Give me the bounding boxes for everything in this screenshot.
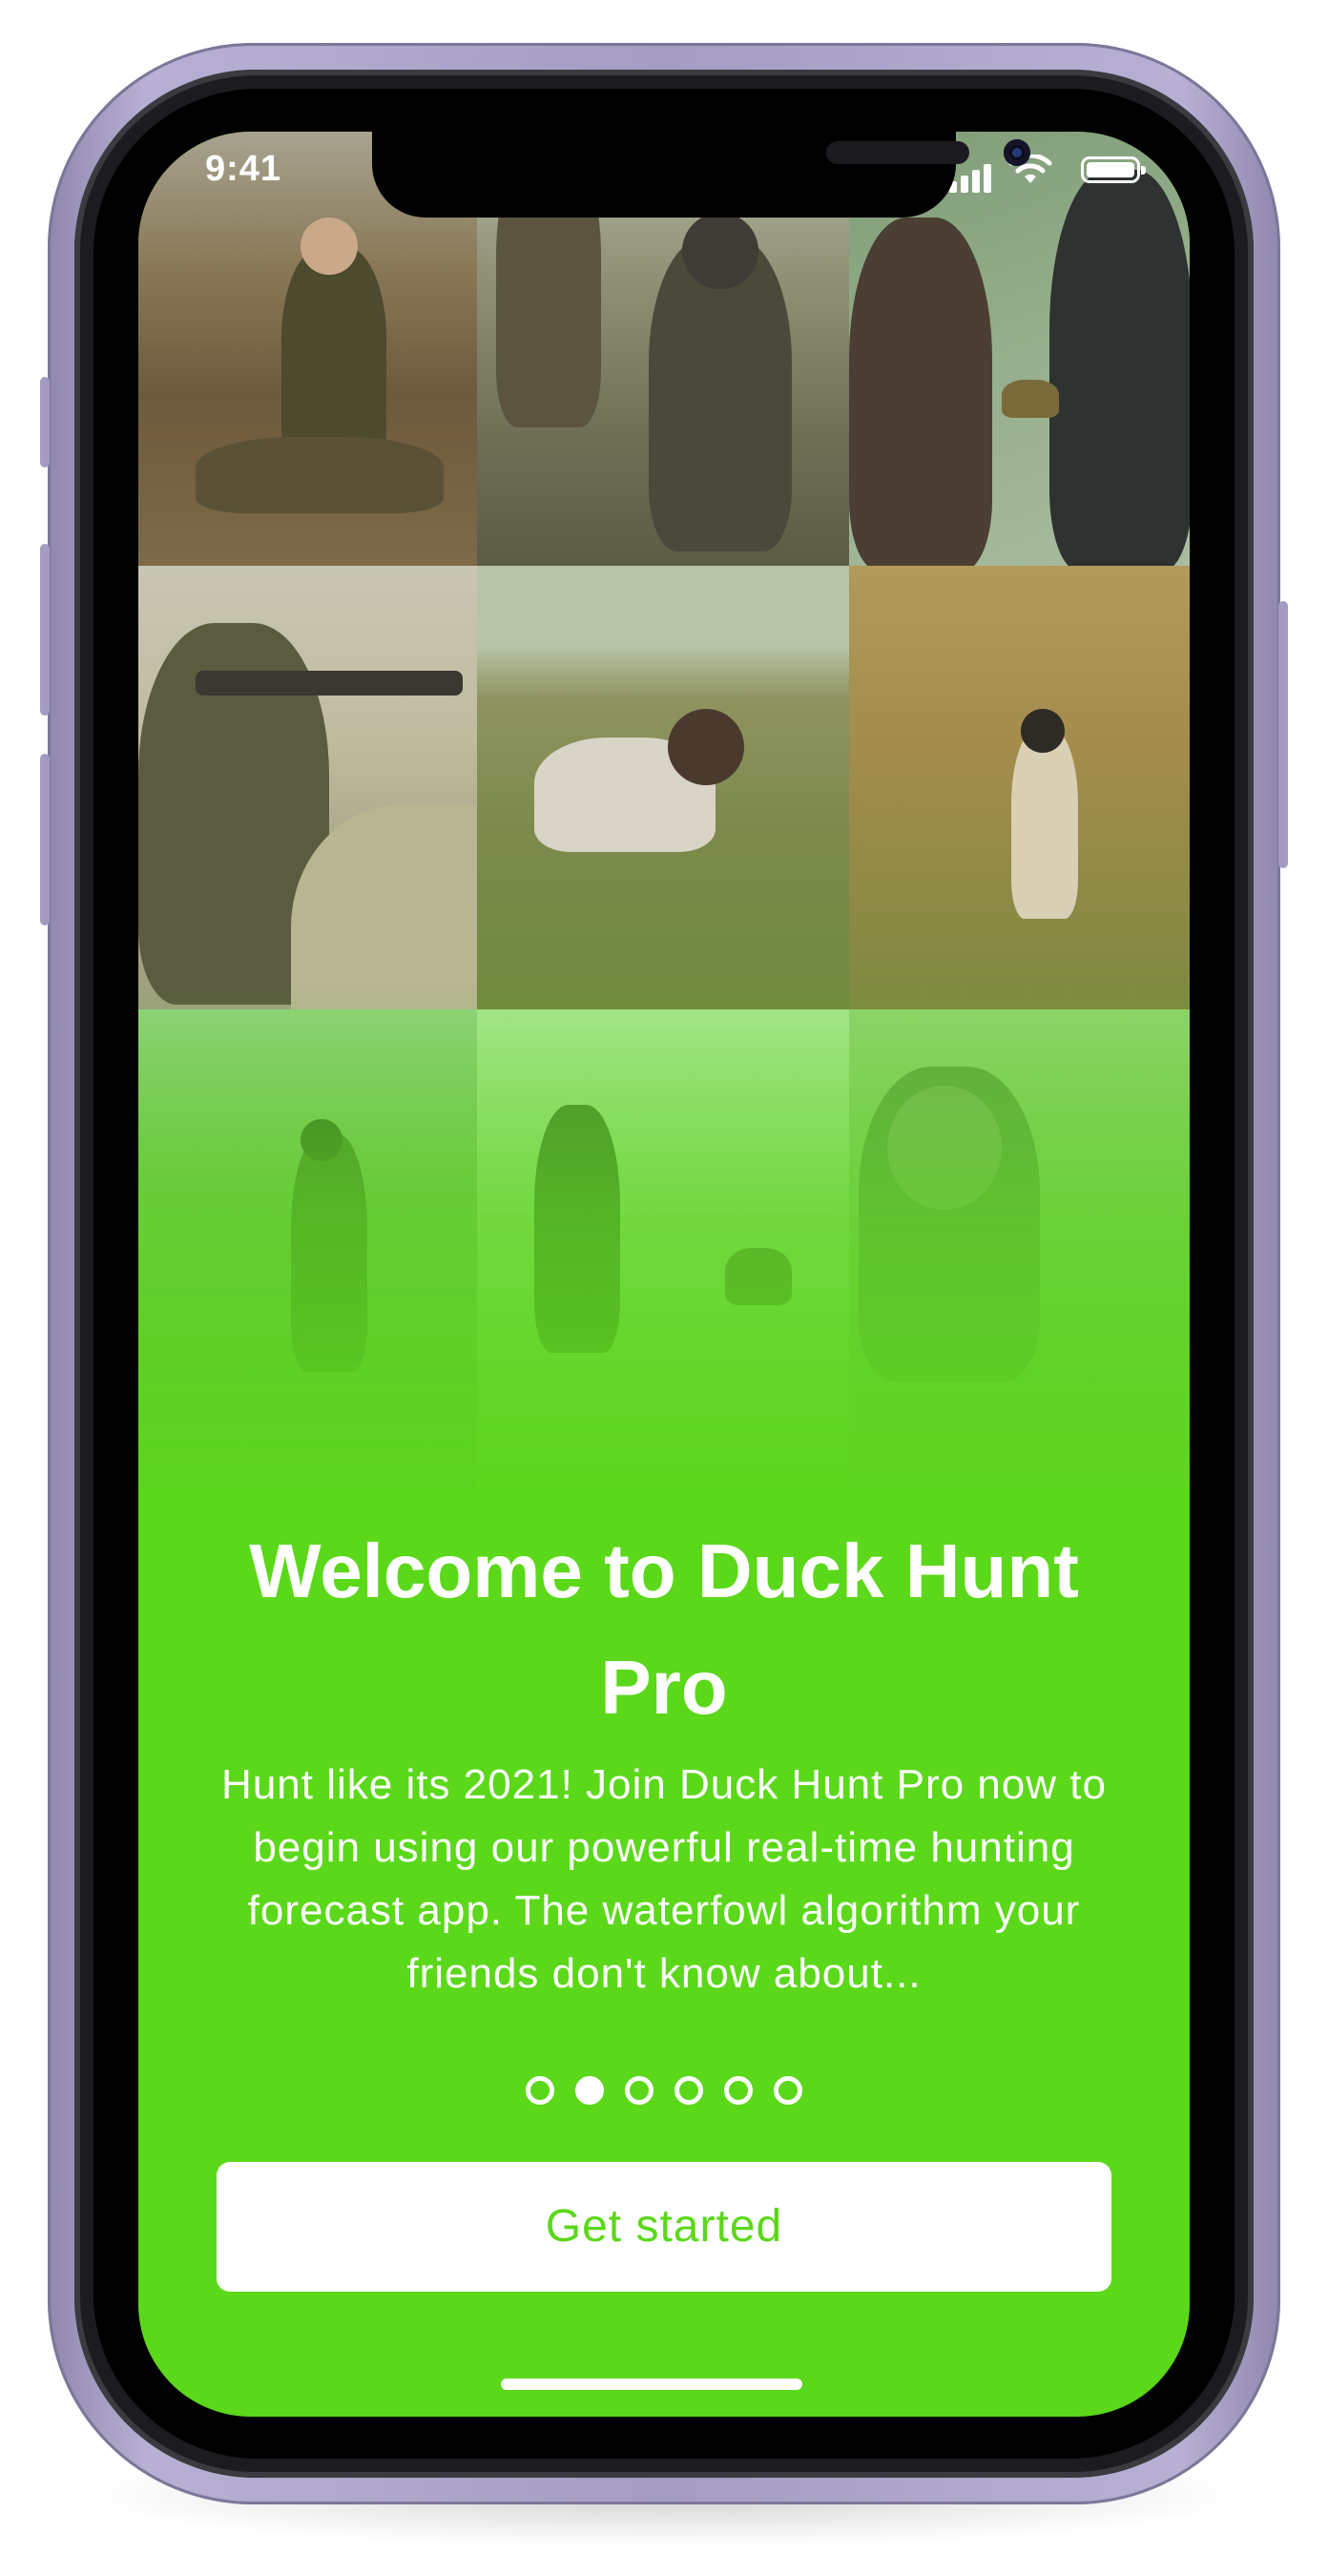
page-dot-4[interactable] bbox=[674, 2076, 703, 2105]
volume-up-button bbox=[40, 544, 50, 716]
notch bbox=[372, 132, 1030, 218]
photo-green-fade-overlay bbox=[138, 132, 1190, 1601]
volume-down-button bbox=[40, 754, 50, 925]
earpiece-speaker bbox=[826, 141, 969, 164]
page-indicator bbox=[138, 2076, 1190, 2109]
status-time: 9:41 bbox=[205, 149, 282, 189]
get-started-button[interactable]: Get started bbox=[217, 2162, 1111, 2292]
page-dot-5[interactable] bbox=[724, 2076, 753, 2105]
welcome-description: Hunt like its 2021! Join Duck Hunt Pro n… bbox=[221, 1761, 1107, 1997]
silent-switch bbox=[40, 377, 50, 467]
battery-icon bbox=[1081, 156, 1146, 183]
welcome-title: Welcome to Duck Hunt Pro bbox=[249, 1528, 1079, 1730]
status-icons bbox=[949, 155, 1146, 193]
page-dot-6[interactable] bbox=[774, 2076, 802, 2105]
phone-screen: 9:41 Welcome to Duck Hunt Pro Hunt like … bbox=[138, 132, 1190, 2417]
page-dot-3[interactable] bbox=[625, 2076, 654, 2105]
page-dot-2[interactable] bbox=[575, 2076, 604, 2105]
home-indicator[interactable] bbox=[501, 2379, 802, 2390]
power-button bbox=[1278, 601, 1288, 868]
page-dot-1[interactable] bbox=[526, 2076, 554, 2105]
front-camera bbox=[1004, 139, 1030, 166]
